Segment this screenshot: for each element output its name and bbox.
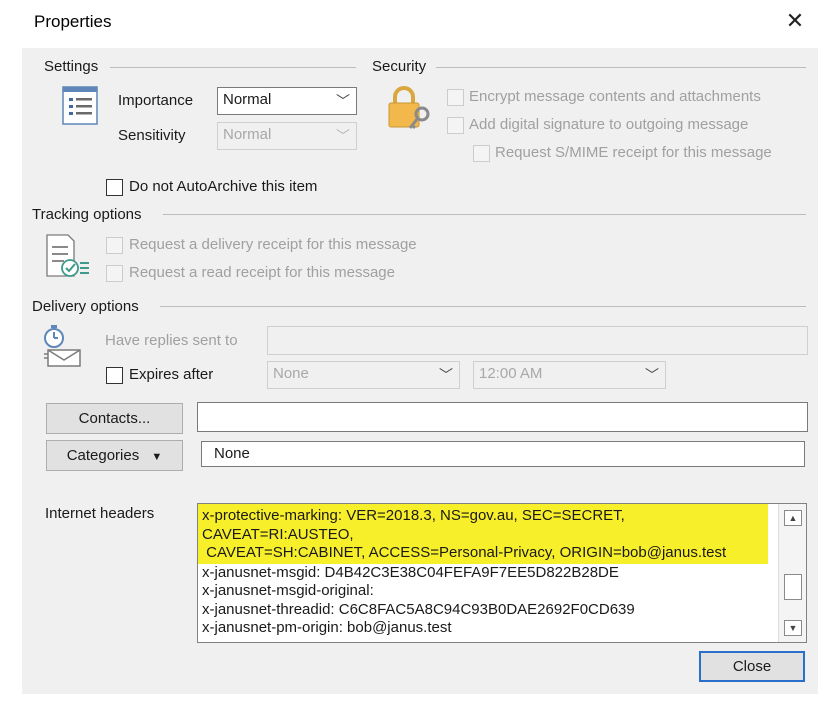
header-line: x-protective-marking: VER=2018.3, NS=gov…	[202, 507, 625, 524]
contacts-field[interactable]	[197, 402, 808, 432]
security-section-label: Security	[372, 58, 427, 75]
replies-label: Have replies sent to	[105, 332, 238, 349]
encrypt-checkbox[interactable]	[447, 89, 464, 106]
encrypt-label: Encrypt message contents and attachments	[469, 88, 761, 105]
close-button[interactable]: Close	[699, 651, 805, 682]
tracking-section-label: Tracking options	[32, 206, 142, 223]
importance-value: Normal	[223, 91, 272, 108]
sensitivity-select[interactable]: Normal ﹀	[217, 122, 357, 150]
scroll-up-icon[interactable]: ▲	[784, 510, 802, 526]
header-line: x-janusnet-threadid: C6C8FAC5A8C94C93B0D…	[202, 600, 635, 618]
contacts-button[interactable]: Contacts...	[46, 403, 183, 434]
sensitivity-label: Sensitivity	[118, 127, 186, 144]
expires-date-value: None	[273, 365, 309, 382]
chevron-down-icon: ﹀	[336, 128, 350, 144]
chevron-down-icon: ﹀	[439, 367, 453, 383]
close-window-icon[interactable]: ✕	[780, 6, 810, 36]
digital-signature-checkbox[interactable]	[447, 117, 464, 134]
delivery-receipt-checkbox[interactable]	[106, 237, 123, 254]
internet-headers-textarea[interactable]: x-protective-marking: VER=2018.3, NS=gov…	[197, 503, 807, 643]
autoarchive-checkbox[interactable]	[106, 179, 123, 196]
expires-label: Expires after	[129, 366, 214, 383]
padlock-icon	[386, 84, 434, 132]
scroll-thumb[interactable]	[784, 574, 802, 600]
chevron-down-icon: ﹀	[645, 367, 659, 383]
importance-label: Importance	[118, 92, 194, 109]
sensitivity-value: Normal	[223, 126, 272, 143]
internet-headers-label: Internet headers	[45, 505, 155, 522]
importance-select[interactable]: Normal ﹀	[217, 87, 357, 115]
headers-scrollbar[interactable]: ▲ ▼	[778, 504, 806, 642]
read-receipt-label: Request a read receipt for this message	[129, 264, 395, 281]
settings-list-icon	[62, 86, 100, 126]
expires-checkbox[interactable]	[106, 367, 123, 384]
tracking-divider	[163, 214, 806, 215]
delivery-section-label: Delivery options	[32, 298, 139, 315]
tracking-checklist-icon	[44, 232, 92, 280]
header-line: x-janusnet-msgid-original:	[202, 582, 374, 599]
dropdown-triangle-icon: ▼	[151, 451, 163, 463]
categories-button-label: Categories	[66, 447, 140, 464]
security-divider	[436, 67, 806, 68]
protective-marking-highlight: x-protective-marking: VER=2018.3, NS=gov…	[198, 504, 768, 564]
scroll-down-icon[interactable]: ▼	[784, 620, 802, 636]
chevron-down-icon: ﹀	[336, 93, 350, 109]
settings-section-label: Settings	[44, 58, 99, 75]
expires-time-value: 12:00 AM	[479, 365, 543, 382]
digital-signature-label: Add digital signature to outgoing messag…	[469, 116, 749, 133]
categories-button[interactable]: Categories ▼	[46, 440, 183, 471]
autoarchive-label: Do not AutoArchive this item	[129, 178, 318, 195]
replies-to-field[interactable]	[267, 326, 808, 355]
header-line: x-janusnet-msgid: D4B42C3E38C04FEFA9F7EE…	[202, 563, 619, 581]
window-title: Properties	[34, 12, 112, 31]
read-receipt-checkbox[interactable]	[106, 265, 123, 282]
expires-time-select[interactable]: 12:00 AM ﹀	[473, 361, 666, 389]
delivery-receipt-label: Request a delivery receipt for this mess…	[129, 236, 417, 253]
expires-date-select[interactable]: None ﹀	[267, 361, 460, 389]
header-line: CAVEAT=RI:AUSTEO,	[202, 525, 354, 543]
settings-divider	[110, 67, 356, 68]
header-line: x-janusnet-pm-origin: bob@janus.test	[202, 619, 452, 636]
smime-receipt-label: Request S/MIME receipt for this message	[495, 144, 772, 161]
delivery-timer-icon	[40, 324, 92, 372]
headers-content: x-protective-marking: VER=2018.3, NS=gov…	[198, 504, 774, 638]
header-line: CAVEAT=SH:CABINET, ACCESS=Personal-Priva…	[202, 544, 727, 561]
categories-field[interactable]: None	[201, 441, 805, 467]
delivery-divider	[160, 306, 806, 307]
smime-receipt-checkbox[interactable]	[473, 145, 490, 162]
